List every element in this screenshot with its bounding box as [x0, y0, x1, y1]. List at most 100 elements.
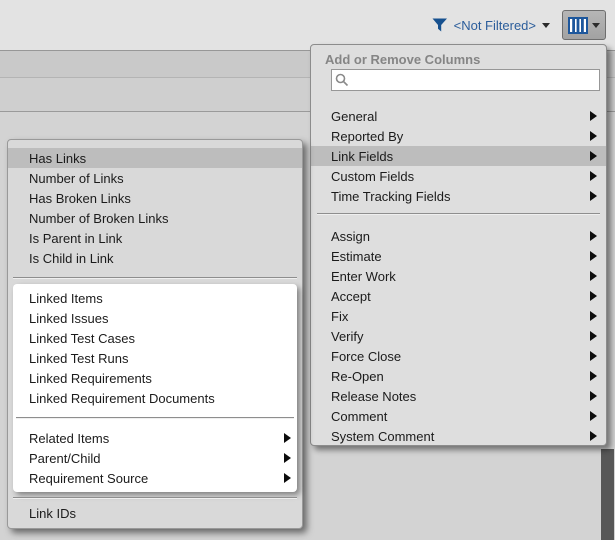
menu-item-assign[interactable]: Assign	[311, 226, 606, 246]
menu-separator	[16, 417, 294, 419]
filter-value-label: <Not Filtered>	[454, 18, 536, 33]
menu-item-general[interactable]: General	[311, 106, 606, 126]
menu-item-label: Number of Broken Links	[29, 211, 302, 226]
add-remove-columns-menu: Add or Remove Columns General Reported B…	[310, 44, 607, 446]
menu-item-label: Reported By	[331, 129, 590, 144]
submenu-item-linked-test-cases[interactable]: Linked Test Cases	[13, 328, 297, 348]
submenu-arrow-icon	[590, 331, 597, 341]
menu-separator	[13, 497, 297, 499]
menu-item-label: Has Broken Links	[29, 191, 302, 206]
submenu-arrow-icon	[590, 191, 597, 201]
menu-item-label: Linked Issues	[29, 311, 297, 326]
submenu-arrow-icon	[590, 171, 597, 181]
menu-item-label: Time Tracking Fields	[331, 189, 590, 204]
submenu-item-has-broken-links[interactable]: Has Broken Links	[8, 188, 302, 208]
submenu-arrow-icon	[590, 291, 597, 301]
menu-item-label: Number of Links	[29, 171, 302, 186]
submenu-item-is-child-in-link[interactable]: Is Child in Link	[8, 248, 302, 268]
add-remove-columns-button[interactable]	[562, 10, 606, 40]
menu-item-label: Link IDs	[29, 506, 302, 521]
menu-item-label: Linked Items	[29, 291, 297, 306]
menu-item-label: Assign	[331, 229, 590, 244]
menu-item-reported-by[interactable]: Reported By	[311, 126, 606, 146]
submenu-item-linked-requirements[interactable]: Linked Requirements	[13, 368, 297, 388]
submenu-arrow-icon	[590, 411, 597, 421]
menu-item-link-fields[interactable]: Link Fields	[311, 146, 606, 166]
menu-item-label: Has Links	[29, 151, 302, 166]
menu-item-time-tracking-fields[interactable]: Time Tracking Fields	[311, 186, 606, 206]
menu-item-label: Is Child in Link	[29, 251, 302, 266]
menu-item-label: General	[331, 109, 590, 124]
column-search-box	[331, 69, 600, 91]
menu-item-force-close[interactable]: Force Close	[311, 346, 606, 366]
menu-item-label: Verify	[331, 329, 590, 344]
menu-separator	[317, 213, 600, 215]
submenu-arrow-icon	[590, 271, 597, 281]
menu-item-comment[interactable]: Comment	[311, 406, 606, 426]
column-menu-list: General Reported By Link Fields Custom F…	[311, 106, 606, 446]
menu-item-label: Force Close	[331, 349, 590, 364]
menu-item-label: Linked Test Cases	[29, 331, 297, 346]
submenu-item-linked-test-runs[interactable]: Linked Test Runs	[13, 348, 297, 368]
menu-item-label: Is Parent in Link	[29, 231, 302, 246]
submenu-item-requirement-source[interactable]: Requirement Source	[13, 468, 297, 488]
submenu-item-link-ids[interactable]: Link IDs	[8, 503, 302, 523]
menu-item-label: Linked Test Runs	[29, 351, 297, 366]
submenu-arrow-icon	[590, 111, 597, 121]
menu-item-label: Custom Fields	[331, 169, 590, 184]
menu-separator	[13, 277, 297, 279]
menu-title: Add or Remove Columns	[311, 45, 606, 67]
submenu-item-is-parent-in-link[interactable]: Is Parent in Link	[8, 228, 302, 248]
filter-dropdown[interactable]: <Not Filtered>	[432, 17, 550, 33]
background-dark-edge	[601, 449, 614, 540]
submenu-arrow-icon	[284, 453, 291, 463]
menu-item-re-open[interactable]: Re-Open	[311, 366, 606, 386]
menu-item-label: Linked Requirement Documents	[29, 391, 297, 406]
columns-icon	[568, 17, 588, 34]
submenu-item-linked-issues[interactable]: Linked Issues	[13, 308, 297, 328]
menu-item-verify[interactable]: Verify	[311, 326, 606, 346]
submenu-item-number-of-broken-links[interactable]: Number of Broken Links	[8, 208, 302, 228]
submenu-item-number-of-links[interactable]: Number of Links	[8, 168, 302, 188]
submenu-arrow-icon	[590, 231, 597, 241]
menu-item-estimate[interactable]: Estimate	[311, 246, 606, 266]
submenu-arrow-icon	[284, 473, 291, 483]
menu-item-label: Enter Work	[331, 269, 590, 284]
submenu-item-has-links[interactable]: Has Links	[8, 148, 302, 168]
submenu-item-linked-requirement-documents[interactable]: Linked Requirement Documents	[13, 388, 297, 408]
submenu-arrow-icon	[590, 151, 597, 161]
menu-item-label: Re-Open	[331, 369, 590, 384]
menu-item-label: Fix	[331, 309, 590, 324]
menu-item-label: Requirement Source	[29, 471, 284, 486]
search-icon	[335, 73, 349, 87]
chevron-down-icon	[592, 23, 600, 28]
menu-item-label: Related Items	[29, 431, 284, 446]
menu-item-enter-work[interactable]: Enter Work	[311, 266, 606, 286]
menu-item-label: Accept	[331, 289, 590, 304]
submenu-arrow-icon	[590, 351, 597, 361]
submenu-item-related-items[interactable]: Related Items	[13, 428, 297, 448]
menu-item-fix[interactable]: Fix	[311, 306, 606, 326]
submenu-white-group: Linked Items Linked Issues Linked Test C…	[13, 284, 297, 492]
submenu-arrow-icon	[284, 433, 291, 443]
funnel-icon	[432, 17, 448, 33]
menu-item-accept[interactable]: Accept	[311, 286, 606, 306]
chevron-down-icon	[542, 23, 550, 28]
submenu-arrow-icon	[590, 431, 597, 441]
menu-item-label: Parent/Child	[29, 451, 284, 466]
submenu-item-parent-child[interactable]: Parent/Child	[13, 448, 297, 468]
column-search-input[interactable]	[349, 72, 599, 88]
menu-item-label: Release Notes	[331, 389, 590, 404]
submenu-arrow-icon	[590, 311, 597, 321]
menu-item-label: Linked Requirements	[29, 371, 297, 386]
menu-item-custom-fields[interactable]: Custom Fields	[311, 166, 606, 186]
menu-item-label: Estimate	[331, 249, 590, 264]
menu-item-release-notes[interactable]: Release Notes	[311, 386, 606, 406]
link-fields-submenu: Has Links Number of Links Has Broken Lin…	[7, 139, 303, 529]
submenu-arrow-icon	[590, 251, 597, 261]
submenu-arrow-icon	[590, 131, 597, 141]
menu-item-label: Comment	[331, 409, 590, 424]
submenu-item-linked-items[interactable]: Linked Items	[13, 288, 297, 308]
menu-item-system-comment[interactable]: System Comment	[311, 426, 606, 446]
menu-item-label: Link Fields	[331, 149, 590, 164]
